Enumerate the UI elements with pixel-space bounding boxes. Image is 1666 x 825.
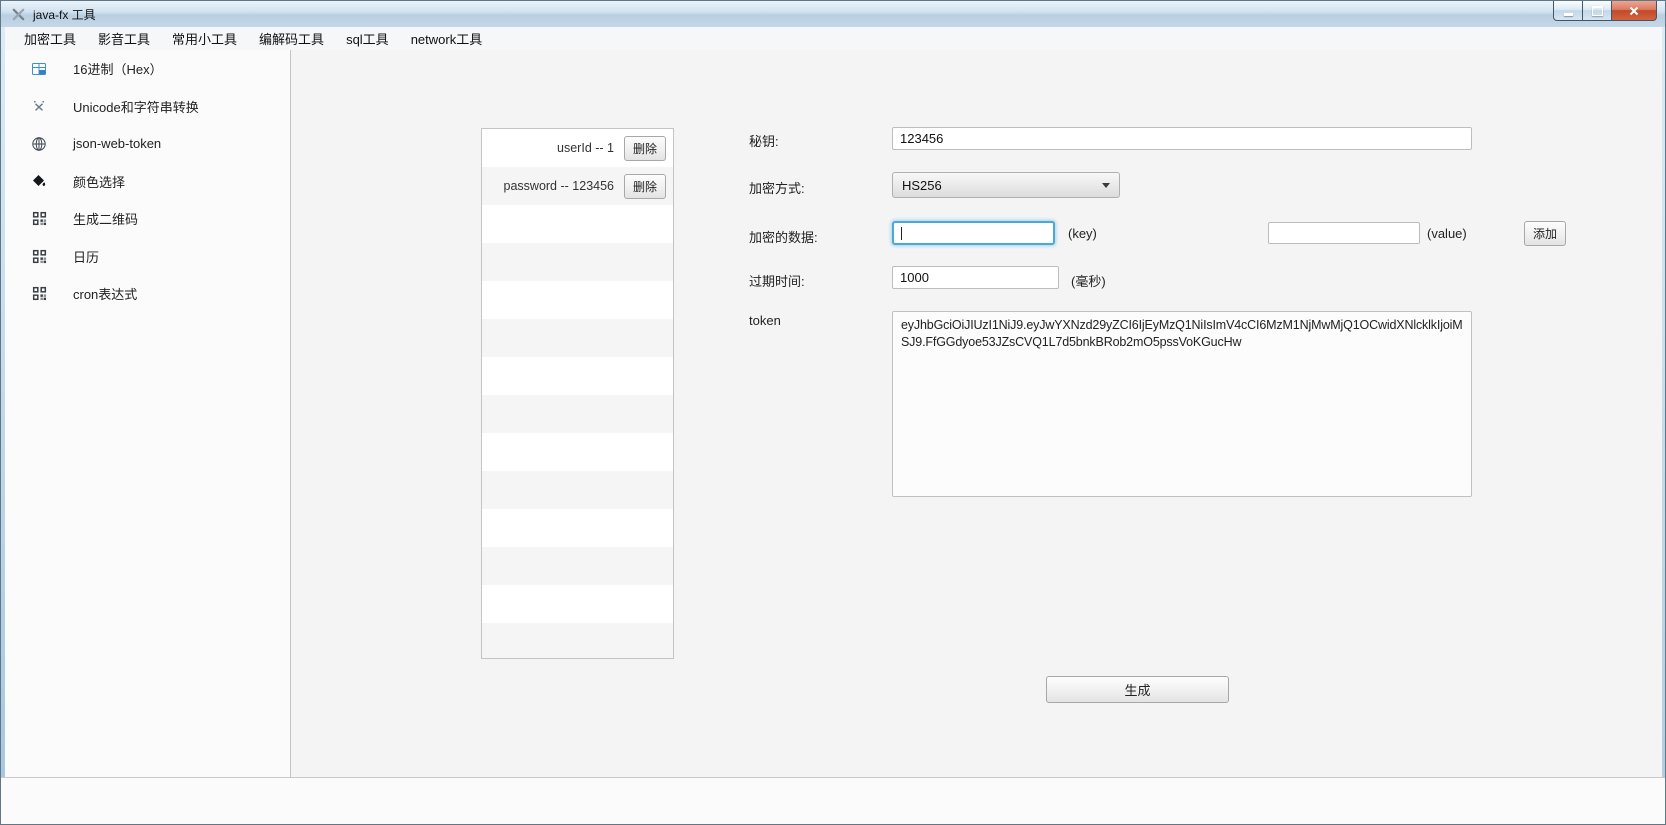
- app-body: 16进制（Hex） Unicode和字符串转换: [1, 50, 1665, 824]
- sidebar-item-cron[interactable]: cron表达式: [1, 275, 290, 313]
- globe-icon: [31, 136, 47, 152]
- add-button[interactable]: 添加: [1524, 221, 1566, 246]
- menu-network-tools[interactable]: network工具: [400, 27, 494, 50]
- sidebar-item-label: 颜色选择: [73, 172, 125, 191]
- sidebar-item-label: 生成二维码: [73, 209, 138, 228]
- list-item[interactable]: [482, 205, 673, 243]
- sidebar-item-unicode[interactable]: Unicode和字符串转换: [1, 88, 290, 126]
- close-button[interactable]: [1611, 1, 1657, 21]
- delete-button[interactable]: 删除: [624, 136, 666, 161]
- delete-button[interactable]: 删除: [624, 174, 666, 199]
- token-textarea[interactable]: eyJhbGciOiJIUzI1NiJ9.eyJwYXNzd29yZCI6IjE…: [892, 311, 1472, 497]
- claims-list: userId -- 1 删除 password -- 123456 删除: [481, 128, 674, 659]
- list-item[interactable]: [482, 547, 673, 585]
- qrcode-icon: [31, 286, 47, 302]
- sidebar-item-label: 日历: [73, 247, 99, 266]
- menu-media-tools[interactable]: 影音工具: [87, 27, 161, 50]
- value-input[interactable]: [1268, 222, 1420, 244]
- hex-grid-icon: [31, 61, 47, 77]
- list-item[interactable]: password -- 123456 删除: [482, 167, 673, 205]
- list-item[interactable]: userId -- 1 删除: [482, 129, 673, 167]
- list-item[interactable]: [482, 433, 673, 471]
- close-icon: [1629, 6, 1639, 16]
- secret-input[interactable]: [892, 127, 1472, 150]
- sidebar-item-label: Unicode和字符串转换: [73, 97, 199, 116]
- list-item[interactable]: [482, 395, 673, 433]
- sidebar-item-calendar[interactable]: 日历: [1, 238, 290, 276]
- claim-text: password -- 123456: [504, 179, 614, 193]
- menu-sql-tools[interactable]: sql工具: [335, 27, 400, 50]
- key-hint: (key): [1068, 226, 1097, 241]
- list-item[interactable]: [482, 243, 673, 281]
- sidebar-item-hex[interactable]: 16进制（Hex）: [1, 50, 290, 88]
- menu-encrypt-tools[interactable]: 加密工具: [13, 27, 87, 50]
- data-label: 加密的数据:: [749, 227, 818, 246]
- algorithm-selected-value: HS256: [902, 178, 942, 193]
- sidebar-item-label: cron表达式: [73, 284, 137, 303]
- list-item[interactable]: [482, 471, 673, 509]
- window-frame-right: [1662, 27, 1665, 777]
- list-item[interactable]: [482, 281, 673, 319]
- sidebar-item-qrcode[interactable]: 生成二维码: [1, 200, 290, 238]
- sidebar-item-jwt[interactable]: json-web-token: [1, 125, 290, 163]
- menu-common-tools[interactable]: 常用小工具: [161, 27, 248, 50]
- expire-label: 过期时间:: [749, 271, 805, 290]
- generate-button[interactable]: 生成: [1046, 676, 1229, 703]
- qrcode-icon: [31, 211, 47, 227]
- key-input[interactable]: [892, 221, 1055, 245]
- window-title: java-fx 工具: [33, 6, 96, 23]
- token-label: token: [749, 313, 781, 328]
- expire-unit: (毫秒): [1071, 271, 1106, 290]
- unicode-icon: [31, 98, 47, 114]
- algorithm-select[interactable]: HS256: [892, 172, 1120, 198]
- claim-text: userId -- 1: [557, 141, 614, 155]
- sidebar: 16进制（Hex） Unicode和字符串转换: [1, 50, 291, 824]
- app-window: java-fx 工具 加密工具 影音工具 常用小工具 编解码工具 sql工具 n…: [0, 0, 1666, 825]
- expire-input[interactable]: [892, 266, 1059, 289]
- minimize-icon: [1564, 13, 1573, 16]
- minimize-button[interactable]: [1553, 1, 1583, 21]
- title-bar[interactable]: java-fx 工具: [1, 1, 1665, 28]
- window-frame-bottom: [1, 777, 1665, 825]
- secret-label: 秘钥:: [749, 131, 779, 150]
- sidebar-item-label: 16进制（Hex）: [73, 59, 163, 78]
- algorithm-label: 加密方式:: [749, 178, 805, 197]
- menu-codec-tools[interactable]: 编解码工具: [248, 27, 335, 50]
- window-controls: [1553, 1, 1657, 21]
- list-item[interactable]: [482, 623, 673, 659]
- value-hint: (value): [1427, 226, 1467, 241]
- list-item[interactable]: [482, 509, 673, 547]
- list-item[interactable]: [482, 319, 673, 357]
- app-icon: [10, 6, 26, 22]
- chevron-down-icon: [1102, 183, 1110, 188]
- list-item[interactable]: [482, 585, 673, 623]
- window-frame-left: [1, 27, 5, 777]
- sidebar-item-label: json-web-token: [73, 136, 161, 151]
- jwt-panel: userId -- 1 删除 password -- 123456 删除 秘钥: 加密…: [291, 50, 1665, 824]
- list-item[interactable]: [482, 357, 673, 395]
- menu-bar: 加密工具 影音工具 常用小工具 编解码工具 sql工具 network工具: [1, 27, 1665, 51]
- color-picker-icon: [31, 173, 47, 189]
- maximize-icon: [1592, 6, 1603, 16]
- sidebar-item-color-picker[interactable]: 颜色选择: [1, 163, 290, 201]
- maximize-button[interactable]: [1583, 1, 1611, 21]
- qrcode-icon: [31, 248, 47, 264]
